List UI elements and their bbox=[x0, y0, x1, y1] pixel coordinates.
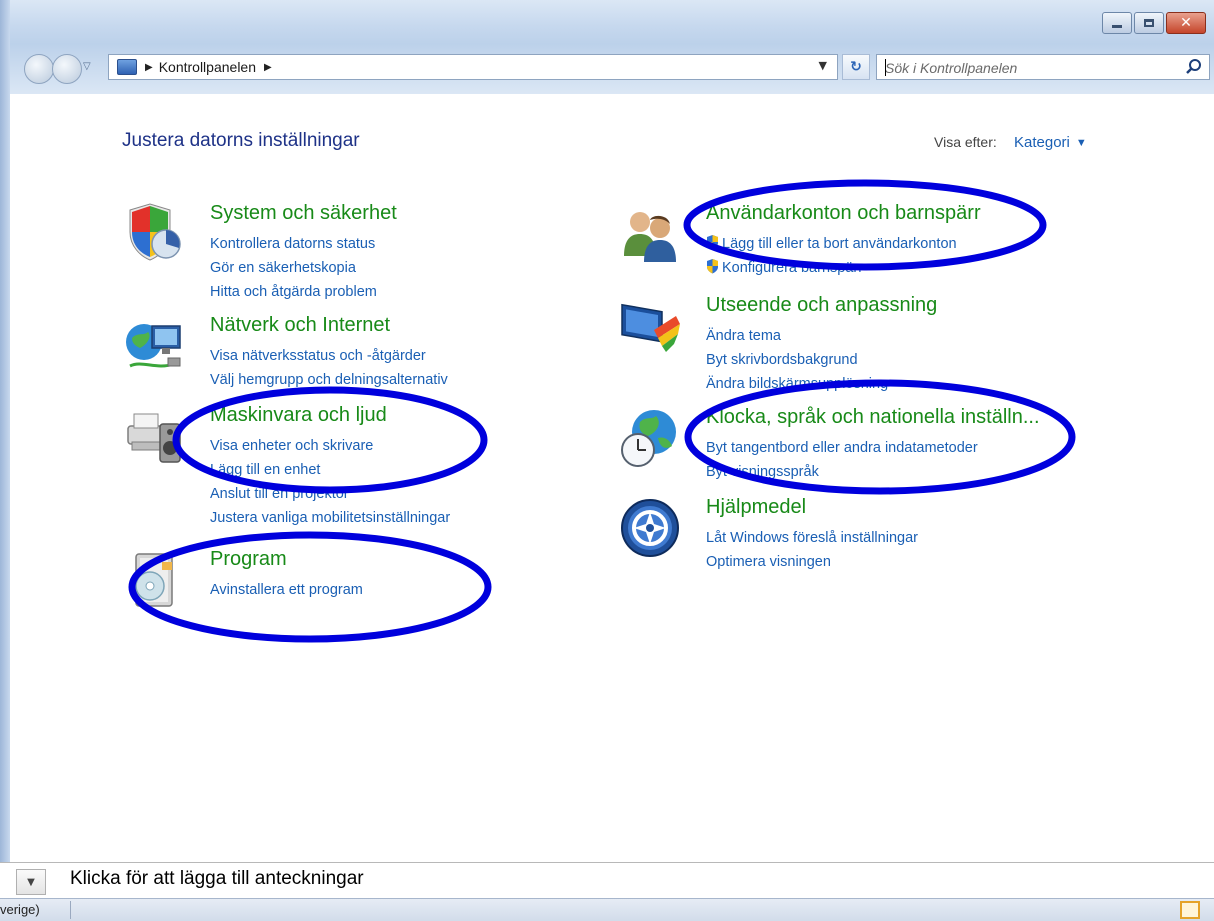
link-homegroup-sharing[interactable]: Välj hemgrupp och delningsalternativ bbox=[210, 368, 448, 392]
search-icon[interactable] bbox=[1185, 58, 1203, 76]
link-uninstall-program[interactable]: Avinstallera ett program bbox=[210, 578, 363, 602]
category-links: Visa nätverksstatus och -åtgärder Välj h… bbox=[210, 344, 448, 392]
forward-button[interactable] bbox=[52, 54, 82, 84]
category-title[interactable]: System och säkerhet bbox=[210, 202, 397, 225]
maximize-icon bbox=[1144, 19, 1154, 27]
link-change-theme[interactable]: Ändra tema bbox=[706, 324, 888, 348]
normal-view-button[interactable] bbox=[1180, 901, 1200, 919]
view-by-value[interactable]: Kategori bbox=[1014, 134, 1070, 151]
address-dropdown-icon[interactable]: ▼ bbox=[819, 59, 827, 72]
window-controls: ✕ bbox=[1102, 12, 1206, 34]
link-display-language[interactable]: Byt visningsspråk bbox=[706, 460, 978, 484]
refresh-button[interactable]: ↻ bbox=[842, 54, 870, 80]
view-by-dropdown[interactable]: Kategori ▼ bbox=[1014, 134, 1087, 151]
back-button[interactable] bbox=[24, 54, 54, 84]
title-bar: ✕ bbox=[10, 0, 1214, 44]
uac-shield-icon bbox=[707, 259, 718, 274]
navigation-bar: ▽ ▶ Kontrollpanelen ▶ ▼ ↻ bbox=[10, 44, 1214, 94]
control-panel-window: ✕ ▽ ▶ Kontrollpanelen ▶ ▼ ↻ Justera dato… bbox=[0, 0, 1214, 862]
close-button[interactable]: ✕ bbox=[1166, 12, 1206, 34]
link-backup[interactable]: Gör en säkerhetskopia bbox=[210, 256, 377, 280]
category-links: Visa enheter och skrivare Lägg till en e… bbox=[210, 434, 450, 530]
page-title: Justera datorns inställningar bbox=[122, 130, 360, 151]
system-security-icon bbox=[129, 203, 181, 261]
link-parental-controls[interactable]: Konfigurera barnspärr bbox=[706, 256, 957, 280]
search-input[interactable] bbox=[885, 59, 1175, 77]
category-title[interactable]: Klocka, språk och nationella inställn... bbox=[706, 406, 1040, 429]
network-icon bbox=[126, 324, 181, 368]
search-box[interactable] bbox=[876, 54, 1210, 80]
category-title[interactable]: Nätverk och Internet bbox=[210, 314, 390, 337]
notes-prompt[interactable]: Klicka för att lägga till anteckningar bbox=[70, 868, 364, 890]
clock-language-icon bbox=[621, 410, 676, 467]
breadcrumb-arrow-icon[interactable]: ▶ bbox=[264, 62, 272, 73]
status-divider bbox=[70, 901, 71, 919]
link-screen-resolution[interactable]: Ändra bildskärmsupplösning bbox=[706, 372, 888, 396]
category-links: Ändra tema Byt skrivbordsbakgrund Ändra … bbox=[706, 324, 888, 396]
link-desktop-background[interactable]: Byt skrivbordsbakgrund bbox=[706, 348, 888, 372]
uac-shield-icon bbox=[707, 235, 718, 250]
programs-icon bbox=[135, 553, 173, 607]
maximize-button[interactable] bbox=[1134, 12, 1164, 34]
link-devices-printers[interactable]: Visa enheter och skrivare bbox=[210, 434, 450, 458]
status-text: verige) bbox=[0, 902, 40, 917]
recent-pages-chevron-icon[interactable]: ▽ bbox=[83, 61, 91, 72]
chevron-down-icon[interactable]: ▼ bbox=[1076, 137, 1087, 149]
notes-toggle-button[interactable]: ▼ bbox=[16, 869, 46, 895]
ease-of-access-icon bbox=[621, 499, 679, 557]
user-accounts-icon bbox=[624, 212, 676, 262]
status-bar: verige) bbox=[0, 898, 1214, 921]
category-links: Avinstallera ett program bbox=[210, 578, 363, 602]
link-keyboard-input-methods[interactable]: Byt tangentbord eller andra indatametode… bbox=[706, 436, 978, 460]
hardware-sound-icon bbox=[127, 413, 181, 463]
category-links: Byt tangentbord eller andra indatametode… bbox=[706, 436, 978, 484]
text-cursor bbox=[885, 59, 886, 76]
link-label[interactable]: Konfigurera barnspärr bbox=[722, 260, 863, 276]
category-title[interactable]: Maskinvara och ljud bbox=[210, 404, 387, 427]
link-connect-projector[interactable]: Anslut till en projektor bbox=[210, 482, 450, 506]
category-title[interactable]: Hjälpmedel bbox=[706, 496, 806, 519]
category-links: Lägg till eller ta bort användarkonton K… bbox=[706, 232, 957, 280]
breadcrumb-control-panel[interactable]: Kontrollpanelen bbox=[159, 59, 256, 75]
view-by-label: Visa efter: bbox=[934, 134, 997, 150]
link-find-fix-problems[interactable]: Hitta och åtgärda problem bbox=[210, 280, 377, 304]
link-windows-suggest-settings[interactable]: Låt Windows föreslå inställningar bbox=[706, 526, 918, 550]
category-title[interactable]: Användarkonton och barnspärr bbox=[706, 202, 981, 225]
refresh-icon: ↻ bbox=[850, 59, 862, 75]
breadcrumb-arrow-icon[interactable]: ▶ bbox=[145, 62, 153, 73]
link-optimize-display[interactable]: Optimera visningen bbox=[706, 550, 918, 574]
window-border bbox=[0, 0, 10, 862]
category-title[interactable]: Utseende och anpassning bbox=[706, 294, 937, 317]
minimize-icon bbox=[1112, 24, 1122, 28]
category-links: Låt Windows föreslå inställningar Optime… bbox=[706, 526, 918, 574]
control-panel-icon bbox=[117, 59, 137, 75]
link-label[interactable]: Lägg till eller ta bort användarkonton bbox=[722, 236, 957, 252]
category-links: Kontrollera datorns status Gör en säkerh… bbox=[210, 232, 377, 304]
content-area: Justera datorns inställningar Visa efter… bbox=[10, 94, 1214, 856]
appearance-icon bbox=[621, 303, 680, 352]
chevron-down-icon: ▼ bbox=[27, 876, 35, 888]
close-icon: ✕ bbox=[1180, 15, 1192, 31]
link-view-network-status[interactable]: Visa nätverksstatus och -åtgärder bbox=[210, 344, 448, 368]
link-mobility-settings[interactable]: Justera vanliga mobilitetsinställningar bbox=[210, 506, 450, 530]
notes-bar: ▼ Klicka för att lägga till anteckningar bbox=[0, 862, 1214, 898]
minimize-button[interactable] bbox=[1102, 12, 1132, 34]
link-check-computer-status[interactable]: Kontrollera datorns status bbox=[210, 232, 377, 256]
address-bar[interactable]: ▶ Kontrollpanelen ▶ ▼ bbox=[108, 54, 838, 80]
link-add-device[interactable]: Lägg till en enhet bbox=[210, 458, 450, 482]
link-add-remove-accounts[interactable]: Lägg till eller ta bort användarkonton bbox=[706, 232, 957, 256]
category-title[interactable]: Program bbox=[210, 548, 287, 571]
